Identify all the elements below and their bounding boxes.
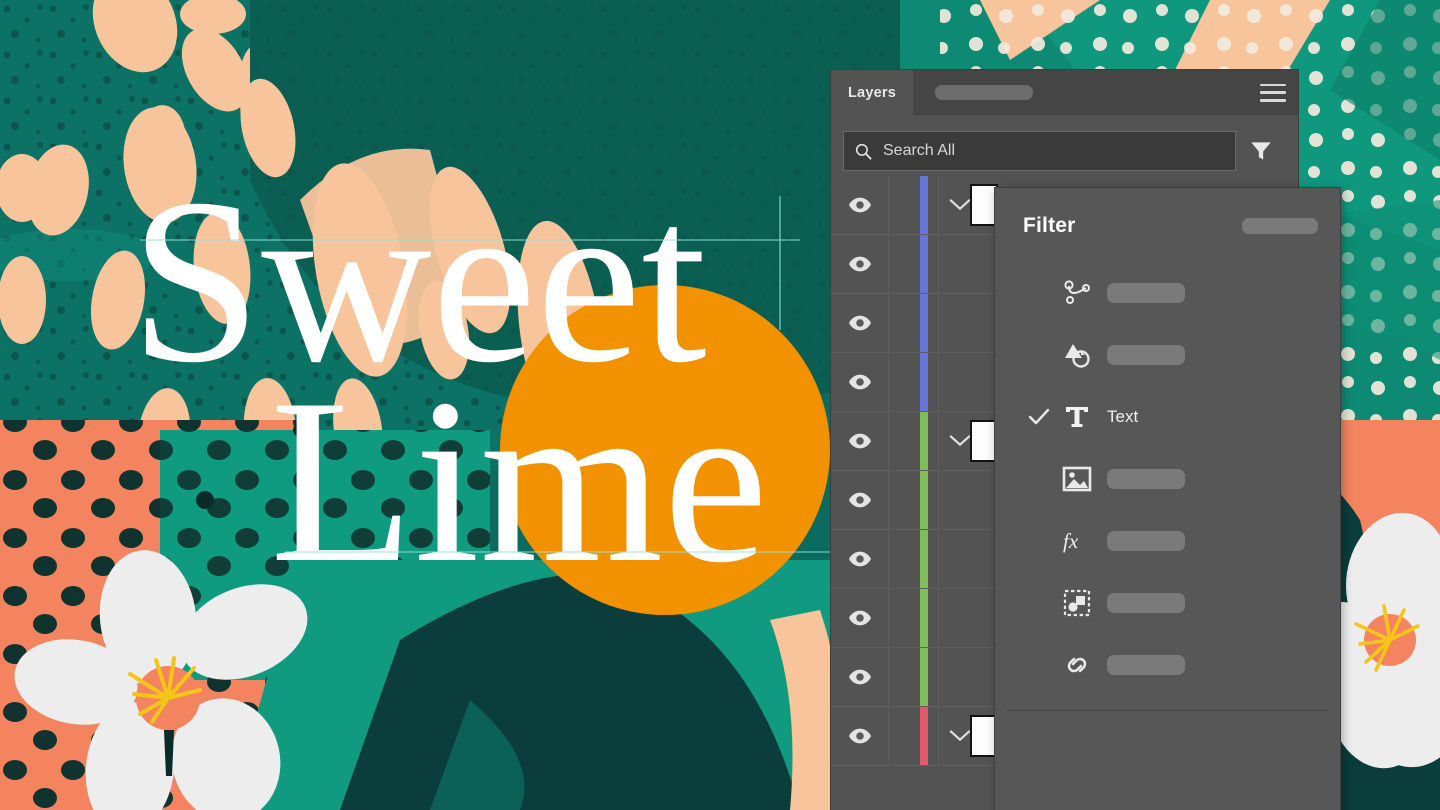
layer-group-color-strip: [920, 530, 928, 588]
layer-expand-toggle[interactable]: [938, 589, 982, 647]
layer-expand-toggle[interactable]: [938, 530, 982, 588]
layer-group-color-strip: [920, 412, 928, 470]
link-chain-icon: [1055, 652, 1099, 678]
column-divider: [888, 471, 889, 529]
vector-path-icon: [1055, 279, 1099, 307]
layer-group-color-strip: [920, 589, 928, 647]
chevron-down-icon: [949, 434, 971, 448]
filter-menu-item[interactable]: [995, 448, 1340, 510]
tab-redacted[interactable]: [935, 85, 1033, 100]
layer-expand-toggle[interactable]: [938, 471, 982, 529]
layer-expand-toggle[interactable]: [938, 294, 982, 352]
filter-menu-item[interactable]: [995, 262, 1340, 324]
filter-item-label: Text: [1107, 407, 1138, 427]
filter-toggle-button[interactable]: [1236, 131, 1286, 171]
eye-icon: [849, 197, 871, 213]
search-icon: [854, 142, 873, 161]
column-divider: [888, 294, 889, 352]
search-placeholder: Search All: [883, 142, 955, 160]
filter-header-redacted[interactable]: [1242, 218, 1318, 234]
filter-menu-item[interactable]: [995, 324, 1340, 386]
filter-item-redacted-label: [1107, 345, 1185, 365]
eye-icon: [849, 610, 871, 626]
filter-flyout-menu: Filter Text fx: [995, 188, 1340, 810]
column-divider: [888, 176, 889, 234]
layer-visibility-toggle[interactable]: [831, 669, 888, 685]
filter-item-redacted-label: [1107, 283, 1185, 303]
filter-divider: [1007, 710, 1328, 711]
eye-icon: [849, 728, 871, 744]
column-divider: [888, 412, 889, 470]
filter-item-check: [1023, 408, 1055, 426]
layer-visibility-toggle[interactable]: [831, 728, 888, 744]
tab-layers-label: Layers: [848, 85, 896, 101]
column-divider: [888, 353, 889, 411]
filter-menu-item[interactable]: fx: [995, 510, 1340, 572]
layer-visibility-toggle[interactable]: [831, 374, 888, 390]
layer-visibility-toggle[interactable]: [831, 610, 888, 626]
column-divider: [888, 235, 889, 293]
column-divider: [888, 648, 889, 706]
type-text-icon: [1055, 403, 1099, 431]
column-divider: [888, 707, 889, 765]
layer-group-color-strip: [920, 176, 928, 234]
layer-group-color-strip: [920, 648, 928, 706]
funnel-icon: [1248, 138, 1274, 164]
layer-group-color-strip: [920, 235, 928, 293]
column-divider: [888, 530, 889, 588]
filter-item-redacted-label: [1107, 655, 1185, 675]
layer-group-color-strip: [920, 707, 928, 765]
eye-icon: [849, 315, 871, 331]
column-divider: [888, 589, 889, 647]
smart-object-icon: [1055, 341, 1099, 369]
tab-layers[interactable]: Layers: [831, 70, 913, 115]
filter-item-redacted-label: [1107, 531, 1185, 551]
eye-icon: [849, 551, 871, 567]
layer-thumbnail[interactable]: [970, 420, 998, 462]
eye-icon: [849, 374, 871, 390]
panel-tab-bar: Layers: [831, 70, 1298, 115]
filter-item-redacted-label: [1107, 593, 1185, 613]
checkmark-icon: [1028, 408, 1050, 426]
layer-thumbnail[interactable]: [970, 184, 998, 226]
svg-text:fx: fx: [1063, 529, 1079, 553]
filter-title: Filter: [1023, 214, 1076, 238]
layer-group-color-strip: [920, 294, 928, 352]
layers-panel: Layers Search All: [831, 70, 1298, 810]
image-pixel-icon: [1055, 466, 1099, 492]
filter-menu-item[interactable]: [995, 634, 1340, 696]
layer-visibility-toggle[interactable]: [831, 551, 888, 567]
eye-icon: [849, 492, 871, 508]
layer-expand-toggle[interactable]: [938, 648, 982, 706]
effects-fx-icon: fx: [1055, 527, 1099, 555]
chevron-down-icon: [949, 198, 971, 212]
layer-search-row: Search All: [843, 128, 1286, 174]
filter-header: Filter: [995, 188, 1340, 238]
chevron-down-icon: [949, 729, 971, 743]
layer-visibility-toggle[interactable]: [831, 256, 888, 272]
selection-mask-icon: [1055, 589, 1099, 617]
layer-visibility-toggle[interactable]: [831, 492, 888, 508]
eye-icon: [849, 256, 871, 272]
headline-lime: Lime: [270, 351, 768, 612]
eye-icon: [849, 669, 871, 685]
filter-item-redacted-label: [1107, 469, 1185, 489]
search-input[interactable]: Search All: [843, 131, 1236, 171]
layer-visibility-toggle[interactable]: [831, 197, 888, 213]
eye-icon: [849, 433, 871, 449]
filter-items: Text fx: [995, 262, 1340, 696]
layer-visibility-toggle[interactable]: [831, 433, 888, 449]
layer-expand-toggle[interactable]: [938, 353, 982, 411]
layer-expand-toggle[interactable]: [938, 235, 982, 293]
layer-thumbnail[interactable]: [970, 715, 998, 757]
layer-group-color-strip: [920, 471, 928, 529]
filter-menu-item[interactable]: Text: [995, 386, 1340, 448]
layer-group-color-strip: [920, 353, 928, 411]
filter-menu-item[interactable]: [995, 572, 1340, 634]
layer-visibility-toggle[interactable]: [831, 315, 888, 331]
panel-menu-icon[interactable]: [1260, 84, 1286, 102]
